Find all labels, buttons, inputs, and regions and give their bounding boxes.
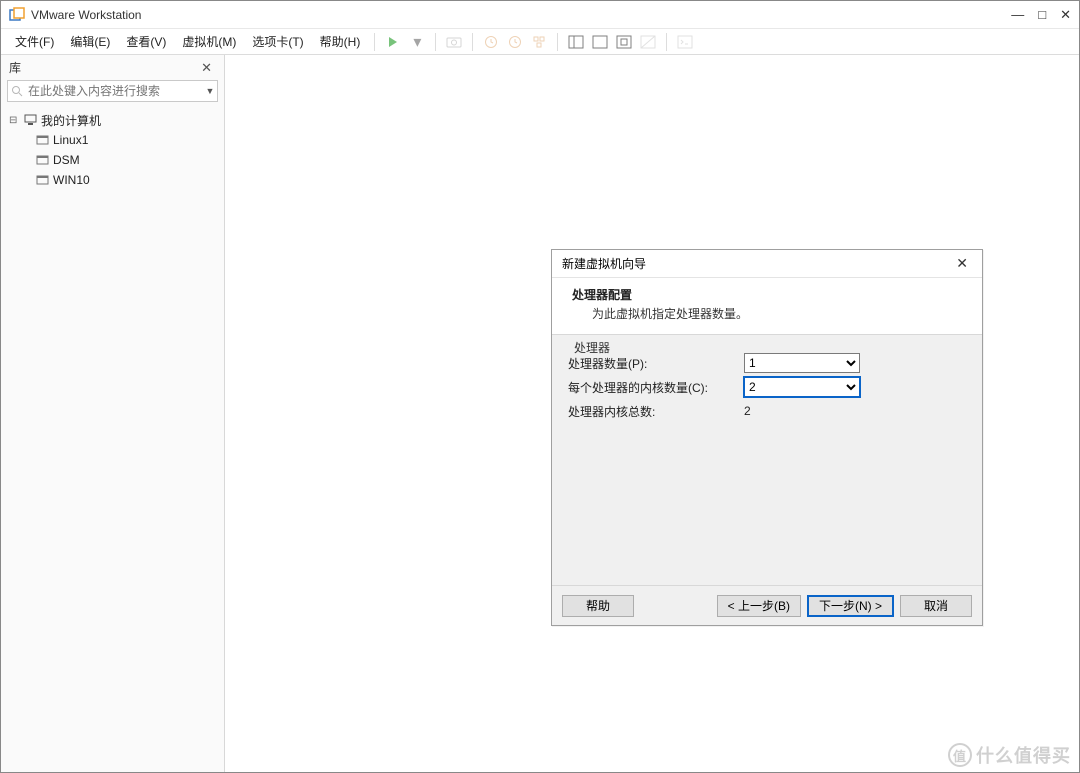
app-icon [9, 7, 25, 23]
new-vm-wizard-dialog: 新建虚拟机向导 ✕ 处理器配置 为此虚拟机指定处理器数量。 处理器 处理器数量(… [551, 249, 983, 626]
processor-fieldset: 处理器数量(P): 1 每个处理器的内核数量(C): 2 处理器内核总数: 2 [564, 345, 970, 429]
console-icon[interactable] [675, 32, 695, 52]
unity-icon[interactable] [638, 32, 658, 52]
vm-icon [35, 133, 49, 147]
total-cores-value: 2 [744, 404, 751, 418]
tree-item-label: WIN10 [53, 173, 90, 187]
watermark-text: 什么值得买 [976, 742, 1071, 768]
tree-item-label: DSM [53, 153, 80, 167]
next-button[interactable]: 下一步(N) > [807, 595, 894, 617]
menu-help[interactable]: 帮助(H) [314, 31, 367, 52]
search-box[interactable]: ▼ [7, 80, 218, 102]
tree-item-label: Linux1 [53, 133, 88, 147]
layout-split-icon[interactable] [566, 32, 586, 52]
total-cores-label: 处理器内核总数: [568, 403, 744, 420]
minimize-button[interactable]: ― [1011, 7, 1024, 22]
computer-icon [23, 113, 37, 127]
clock-revert-icon[interactable] [505, 32, 525, 52]
dialog-title-text: 新建虚拟机向导 [562, 255, 646, 272]
toolbar-separator [374, 33, 375, 51]
maximize-button[interactable]: □ [1038, 7, 1046, 22]
close-button[interactable]: ✕ [1060, 7, 1071, 23]
collapse-icon[interactable]: ⊟ [9, 115, 19, 126]
toolbar-separator [666, 33, 667, 51]
cpu-count-label: 处理器数量(P): [568, 355, 744, 372]
search-input[interactable] [26, 82, 203, 100]
cpu-count-select[interactable]: 1 [744, 353, 860, 373]
dialog-titlebar: 新建虚拟机向导 ✕ [552, 250, 982, 278]
sidebar-header: 库 ✕ [1, 55, 224, 80]
tree-item-linux1[interactable]: Linux1 [7, 130, 218, 150]
tree-item-dsm[interactable]: DSM [7, 150, 218, 170]
toolbar-separator [557, 33, 558, 51]
dialog-header: 处理器配置 为此虚拟机指定处理器数量。 [552, 278, 982, 335]
search-icon [8, 85, 26, 97]
menu-view[interactable]: 查看(V) [120, 31, 172, 52]
menu-file[interactable]: 文件(F) [9, 31, 60, 52]
library-sidebar: 库 ✕ ▼ ⊟ 我的计算机 Linux1 DSM [1, 55, 225, 772]
window-title: VMware Workstation [31, 8, 1011, 22]
help-button[interactable]: 帮助 [562, 595, 634, 617]
clock-icon[interactable] [481, 32, 501, 52]
row-total-cores: 处理器内核总数: 2 [568, 399, 966, 423]
dialog-footer: 帮助 < 上一步(B) 下一步(N) > 取消 [552, 585, 982, 625]
tree-root-label: 我的计算机 [41, 112, 101, 129]
menu-tabs[interactable]: 选项卡(T) [246, 31, 309, 52]
row-cores-per-cpu: 每个处理器的内核数量(C): 2 [568, 375, 966, 399]
dialog-heading: 处理器配置 [572, 286, 962, 303]
back-button[interactable]: < 上一步(B) [717, 595, 801, 617]
menu-vm[interactable]: 虚拟机(M) [176, 31, 242, 52]
snapshot-icon[interactable] [444, 32, 464, 52]
menubar: 文件(F) 编辑(E) 查看(V) 虚拟机(M) 选项卡(T) 帮助(H) ▾ [1, 29, 1079, 55]
row-cpu-count: 处理器数量(P): 1 [568, 351, 966, 375]
menu-edit[interactable]: 编辑(E) [64, 31, 116, 52]
processor-group-label: 处理器 [570, 339, 614, 356]
vm-icon [35, 173, 49, 187]
vm-icon [35, 153, 49, 167]
main-area: 新建虚拟机向导 ✕ 处理器配置 为此虚拟机指定处理器数量。 处理器 处理器数量(… [225, 55, 1079, 772]
tree-item-win10[interactable]: WIN10 [7, 170, 218, 190]
dialog-body: 处理器 处理器数量(P): 1 每个处理器的内核数量(C): 2 [552, 335, 982, 585]
cores-label: 每个处理器的内核数量(C): [568, 379, 744, 396]
watermark: 值 什么值得买 [948, 742, 1071, 768]
library-tree: ⊟ 我的计算机 Linux1 DSM WIN10 [1, 106, 224, 194]
toolbar-separator [472, 33, 473, 51]
search-dropdown-icon[interactable]: ▼ [203, 86, 217, 96]
snapshot-manager-icon[interactable] [529, 32, 549, 52]
dialog-subheading: 为此虚拟机指定处理器数量。 [572, 305, 962, 322]
fullscreen-icon[interactable] [614, 32, 634, 52]
dropdown-icon[interactable]: ▾ [407, 32, 427, 52]
dialog-close-icon[interactable]: ✕ [952, 255, 972, 272]
sidebar-title: 库 [9, 59, 21, 76]
toolbar-separator [435, 33, 436, 51]
cancel-button[interactable]: 取消 [900, 595, 972, 617]
layout-single-icon[interactable] [590, 32, 610, 52]
tree-root-my-computer[interactable]: ⊟ 我的计算机 [7, 110, 218, 130]
window-controls: ― □ ✕ [1011, 7, 1071, 23]
sidebar-close-icon[interactable]: ✕ [197, 60, 216, 76]
cores-select[interactable]: 2 [744, 377, 860, 397]
watermark-icon: 值 [948, 743, 972, 767]
play-icon[interactable] [383, 32, 403, 52]
window-titlebar: VMware Workstation ― □ ✕ [1, 1, 1079, 29]
